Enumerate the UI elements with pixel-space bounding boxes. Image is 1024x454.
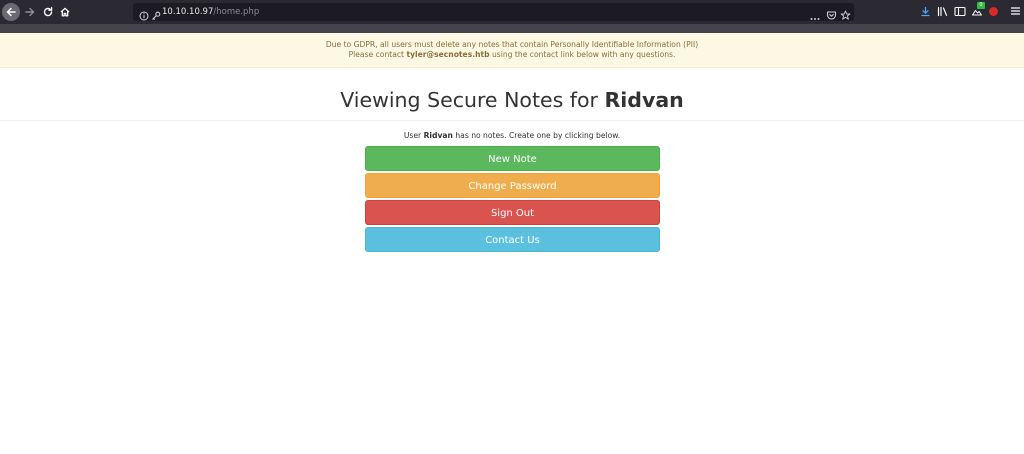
forward-button[interactable] <box>22 4 38 20</box>
bookmark-star-icon[interactable] <box>840 6 851 25</box>
sign-out-button[interactable]: Sign Out <box>365 200 660 225</box>
no-notes-prefix: User <box>403 131 424 140</box>
contact-email: tyler@secnotes.htb <box>406 50 490 59</box>
browser-toolbar: 10.10.10.97/home.php 0 <box>0 0 1024 24</box>
page-title-prefix: Viewing Secure Notes for <box>340 88 605 112</box>
gdpr-contact-text: Please contact tyler@secnotes.htb using … <box>0 50 1024 60</box>
gdpr-notice-text: Due to GDPR, all users must delete any n… <box>325 40 699 49</box>
addon-dot-icon <box>989 7 998 16</box>
change-password-button[interactable]: Change Password <box>365 173 660 198</box>
back-button[interactable] <box>2 3 20 21</box>
url-host: 10.10.10.97 <box>162 7 214 17</box>
toolbar-divider <box>0 24 1024 33</box>
extension-badge: 0 <box>977 2 985 9</box>
gdpr-contact-prefix: Please contact <box>348 50 407 59</box>
no-notes-username: Ridvan <box>423 131 453 140</box>
gdpr-alert: Due to GDPR, all users must delete any n… <box>0 33 1024 68</box>
page-title-username: Ridvan <box>604 88 684 112</box>
hamburger-menu-icon[interactable] <box>1008 4 1022 18</box>
page-actions-icon[interactable] <box>810 7 820 26</box>
new-note-button[interactable]: New Note <box>365 146 660 171</box>
sidebar-icon[interactable] <box>953 4 967 18</box>
url-path: /home.php <box>213 7 260 17</box>
downloads-icon[interactable] <box>918 4 932 18</box>
url-bar[interactable]: 10.10.10.97/home.php <box>133 3 854 21</box>
library-icon[interactable] <box>936 4 950 18</box>
arrow-right-icon <box>25 7 35 17</box>
contact-us-button[interactable]: Contact Us <box>365 227 660 252</box>
reload-icon <box>43 6 53 17</box>
gdpr-contact-suffix: using the contact link below with any qu… <box>489 50 676 59</box>
home-button[interactable] <box>57 4 73 20</box>
key-icon[interactable] <box>151 6 161 25</box>
reload-button[interactable] <box>40 4 56 20</box>
info-icon[interactable] <box>139 6 149 25</box>
no-notes-message: User Ridvan has no notes. Create one by … <box>0 130 1024 141</box>
header-divider <box>0 120 1024 121</box>
arrow-left-icon <box>6 7 16 17</box>
pocket-icon[interactable] <box>826 6 837 25</box>
no-notes-suffix: has no notes. Create one by clicking bel… <box>452 131 621 140</box>
home-icon <box>60 7 70 17</box>
page-title: Viewing Secure Notes for Ridvan <box>0 86 1024 114</box>
url-text[interactable]: 10.10.10.97/home.php <box>162 5 259 19</box>
